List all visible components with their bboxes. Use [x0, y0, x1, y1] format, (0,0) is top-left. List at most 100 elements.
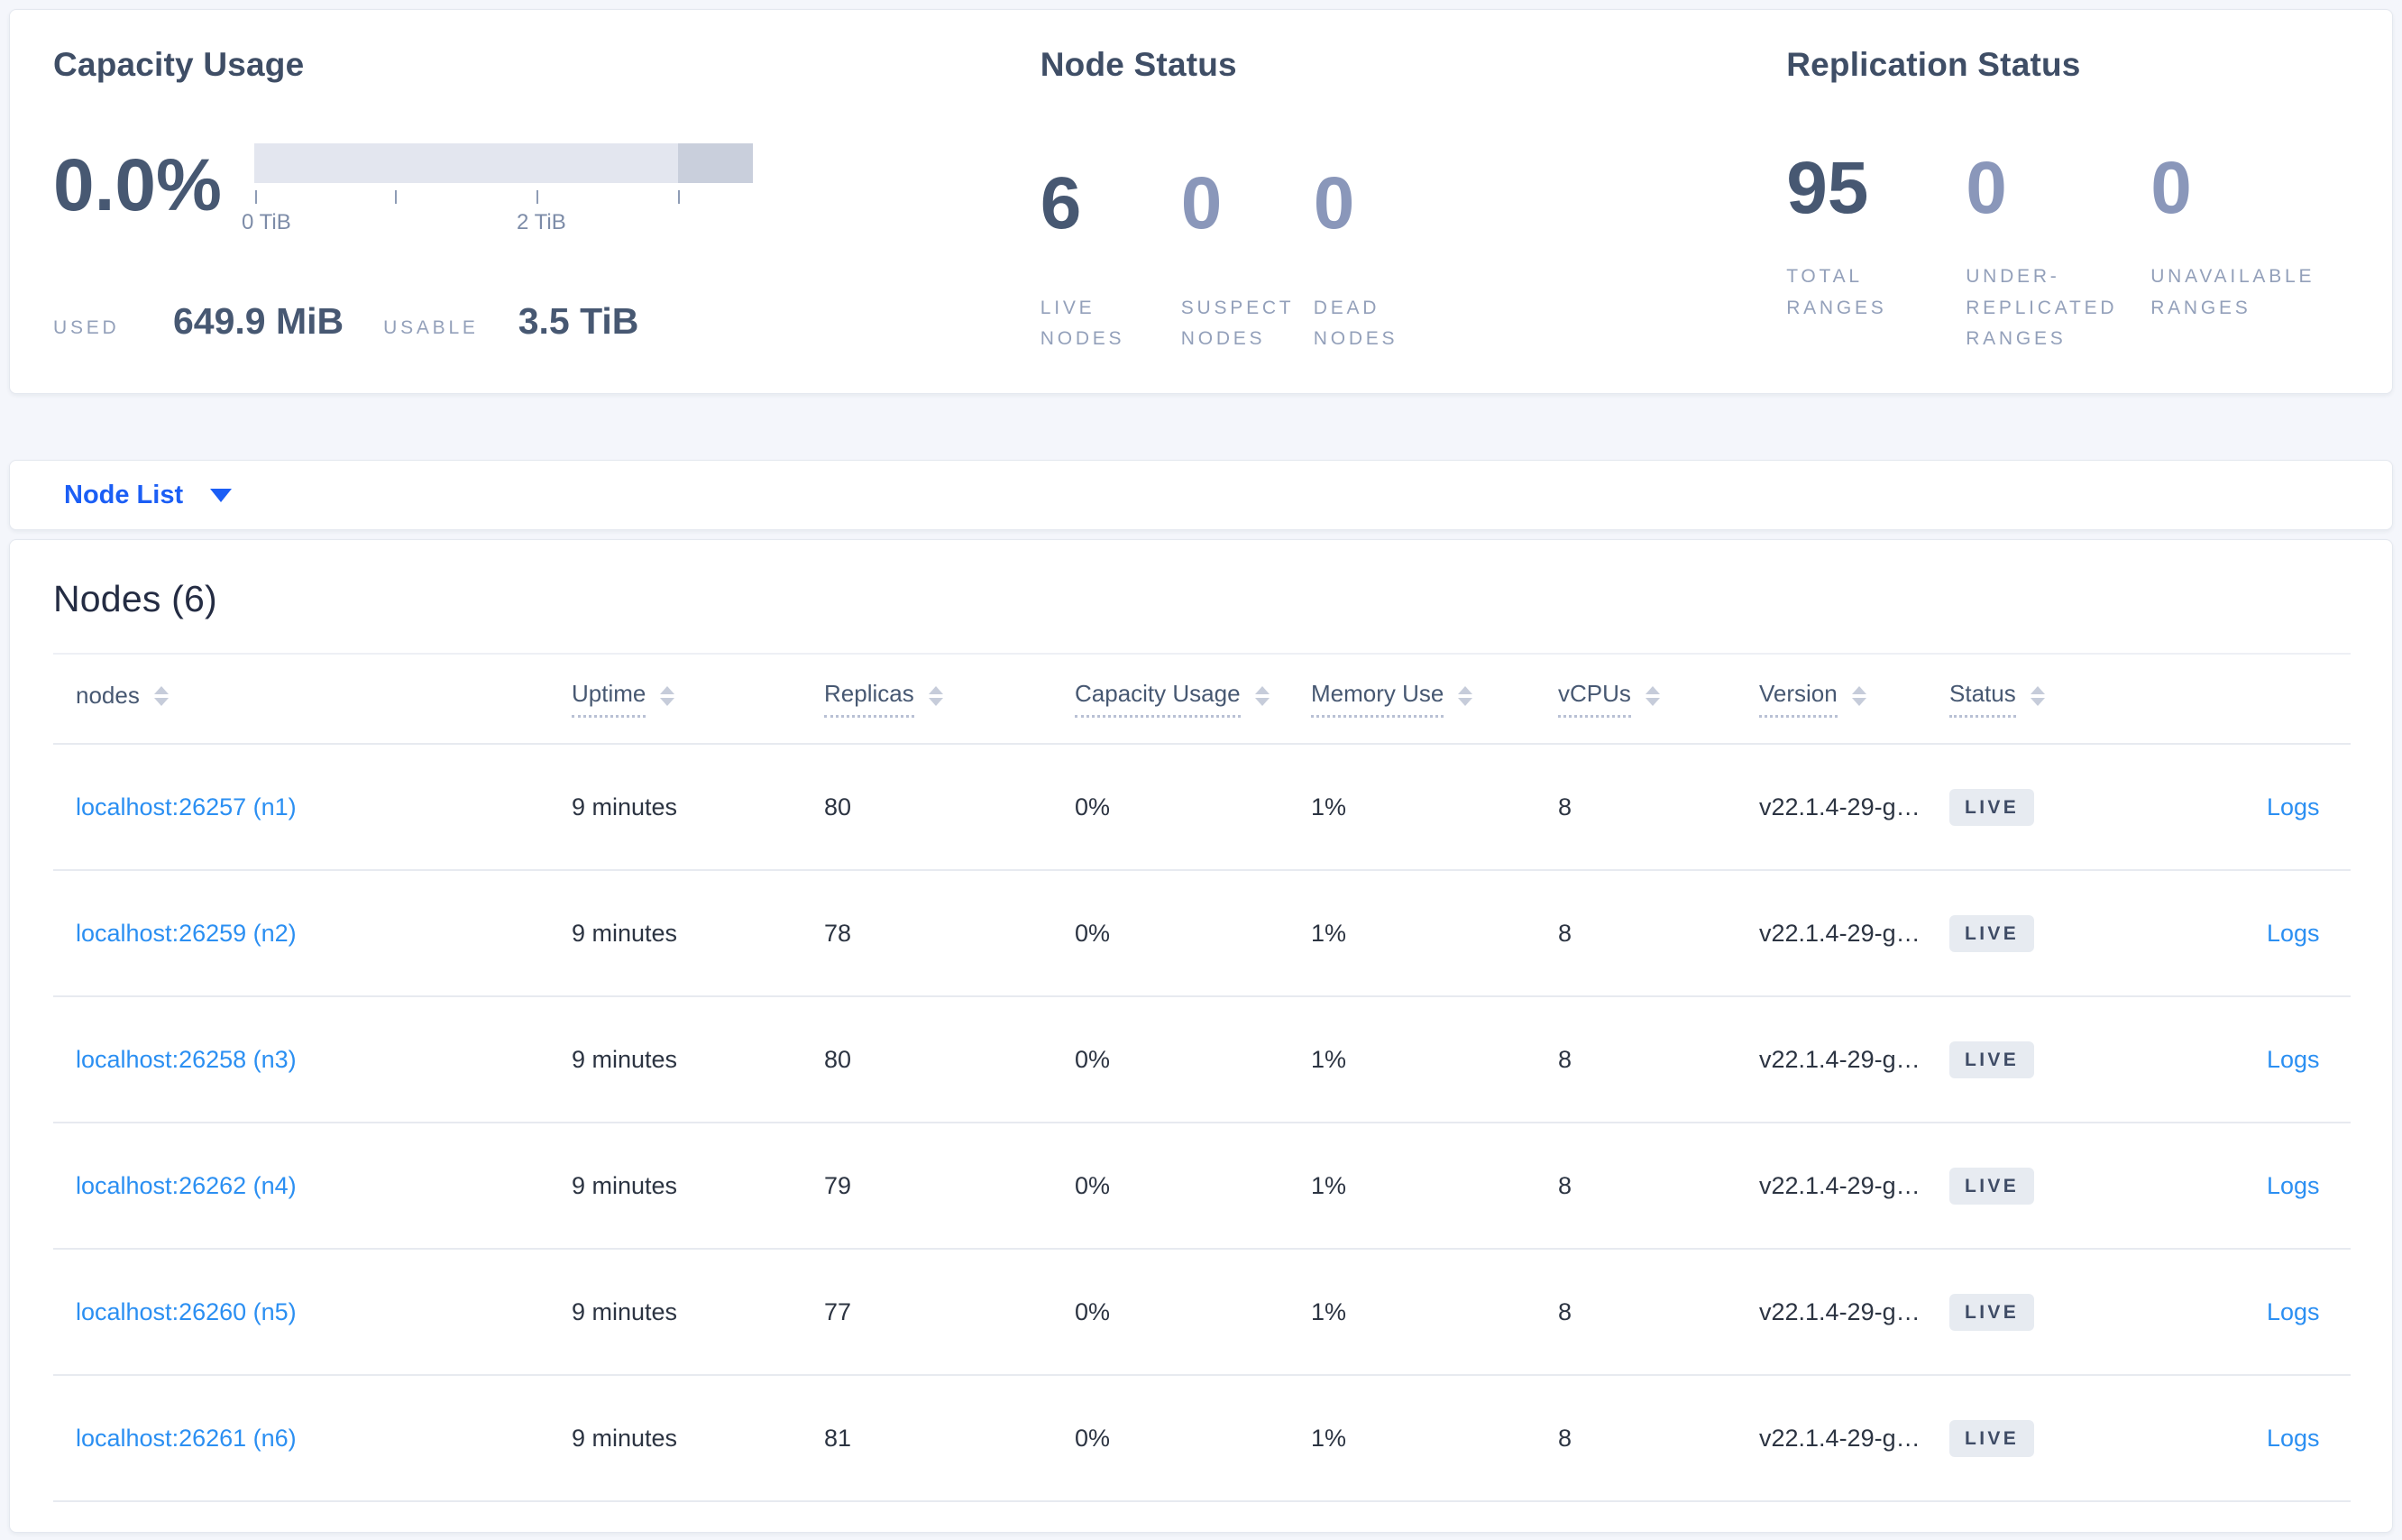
- column-header-nodes[interactable]: nodes: [53, 654, 549, 744]
- axis-tick-label-2: 2 TiB: [517, 210, 566, 234]
- column-header-capacity-usage[interactable]: Capacity Usage: [1052, 654, 1288, 744]
- logs-link[interactable]: Logs: [2267, 1298, 2320, 1325]
- usable-label: USABLE: [383, 317, 479, 338]
- version-cell: v22.1.4-29-g…: [1759, 1297, 1921, 1325]
- sort-icon[interactable]: [1645, 686, 1660, 706]
- status-badge: LIVE: [1949, 1419, 2035, 1457]
- node-link[interactable]: localhost:26260 (n5): [76, 1298, 297, 1325]
- capacity-usage-title: Capacity Usage: [53, 46, 305, 83]
- memory-cell: 1%: [1311, 1424, 1347, 1452]
- node-link[interactable]: localhost:26262 (n4): [76, 1172, 297, 1199]
- column-header-logs: [2244, 654, 2351, 744]
- suspect-nodes-count: 0: [1180, 161, 1223, 244]
- status-badge: LIVE: [1949, 1167, 2035, 1205]
- column-header-label[interactable]: vCPUs: [1558, 680, 1631, 718]
- dead-nodes-count: 0: [1313, 161, 1355, 244]
- memory-cell: 1%: [1311, 1045, 1347, 1073]
- column-header-version[interactable]: Version: [1737, 654, 1927, 744]
- capacity-bar-track: [253, 143, 753, 183]
- column-header-replicas[interactable]: Replicas: [802, 654, 1052, 744]
- uptime-cell: 9 minutes: [572, 793, 678, 820]
- uptime-cell: 9 minutes: [572, 1424, 678, 1452]
- table-row: localhost:26261 (n6) 9 minutes 81 0% 1% …: [53, 1375, 2351, 1501]
- column-header-label[interactable]: nodes: [76, 682, 140, 717]
- column-header-label[interactable]: Uptime: [572, 680, 646, 718]
- node-link[interactable]: localhost:26257 (n1): [76, 793, 297, 820]
- axis-tick: [254, 190, 257, 204]
- column-header-label[interactable]: Memory Use: [1311, 680, 1444, 718]
- sort-icon[interactable]: [660, 686, 675, 706]
- table-row: localhost:26259 (n2) 9 minutes 78 0% 1% …: [53, 870, 2351, 996]
- dead-nodes-label: DEAD NODES: [1313, 297, 1398, 350]
- unavailable-ranges-label: UNAVAILABLE RANGES: [2150, 266, 2315, 318]
- table-row: localhost:26260 (n5) 9 minutes 77 0% 1% …: [53, 1249, 2351, 1375]
- uptime-cell: 9 minutes: [572, 1171, 678, 1199]
- logs-link[interactable]: Logs: [2267, 1046, 2320, 1073]
- column-header-label[interactable]: Capacity Usage: [1075, 680, 1241, 718]
- replicas-cell: 81: [824, 1424, 852, 1452]
- table-row: localhost:26258 (n3) 9 minutes 80 0% 1% …: [53, 996, 2351, 1123]
- status-badge: LIVE: [1949, 1293, 2035, 1331]
- live-nodes-count: 6: [1040, 161, 1082, 244]
- status-badge: LIVE: [1949, 914, 2035, 952]
- replicas-cell: 77: [824, 1297, 852, 1325]
- logs-link[interactable]: Logs: [2267, 1172, 2320, 1199]
- capacity-used-percent: 0.0%: [53, 144, 222, 226]
- vcpus-cell: 8: [1558, 1424, 1572, 1452]
- sort-icon[interactable]: [2030, 686, 2045, 706]
- suspect-nodes-label: SUSPECT NODES: [1180, 297, 1295, 350]
- vcpus-cell: 8: [1558, 1045, 1572, 1073]
- unavailable-ranges-count: 0: [2150, 146, 2192, 229]
- replicas-cell: 79: [824, 1171, 852, 1199]
- vcpus-cell: 8: [1558, 793, 1572, 820]
- capacity-cell: 0%: [1075, 793, 1111, 820]
- nodes-table-body: localhost:26257 (n1) 9 minutes 80 0% 1% …: [53, 744, 2351, 1501]
- sort-icon[interactable]: [153, 686, 169, 706]
- axis-tick: [394, 190, 397, 204]
- cluster-summary-panel: Capacity Usage 0.0% 0 TiB 2 TiB USED 649…: [9, 9, 2393, 394]
- node-list-dropdown[interactable]: Node List: [64, 481, 233, 510]
- view-selector-bar: Node List: [9, 460, 2393, 530]
- node-status-title: Node Status: [1040, 46, 1237, 83]
- column-header-memory-use[interactable]: Memory Use: [1288, 654, 1536, 744]
- capacity-cell: 0%: [1075, 1297, 1111, 1325]
- node-link[interactable]: localhost:26259 (n2): [76, 920, 297, 947]
- column-header-label[interactable]: Status: [1949, 680, 2016, 718]
- status-badge: LIVE: [1949, 1040, 2035, 1078]
- vcpus-cell: 8: [1558, 1171, 1572, 1199]
- vcpus-cell: 8: [1558, 919, 1572, 947]
- column-header-uptime[interactable]: Uptime: [549, 654, 802, 744]
- version-cell: v22.1.4-29-g…: [1759, 1424, 1921, 1452]
- capacity-cell: 0%: [1075, 1171, 1111, 1199]
- replicas-cell: 80: [824, 1045, 852, 1073]
- node-link[interactable]: localhost:26258 (n3): [76, 1046, 297, 1073]
- nodes-table: nodes Uptime Replicas Capacity Usage Mem…: [53, 653, 2351, 1502]
- uptime-cell: 9 minutes: [572, 919, 678, 947]
- capacity-bar-reserved-segment: [677, 143, 753, 183]
- under-replicated-ranges-count: 0: [1966, 146, 2007, 229]
- version-cell: v22.1.4-29-g…: [1759, 919, 1921, 947]
- axis-tick-label-0: 0 TiB: [242, 210, 291, 234]
- version-cell: v22.1.4-29-g…: [1759, 1045, 1921, 1073]
- sort-icon[interactable]: [928, 686, 943, 706]
- logs-link[interactable]: Logs: [2267, 920, 2320, 947]
- sort-icon[interactable]: [1458, 686, 1473, 706]
- node-link[interactable]: localhost:26261 (n6): [76, 1425, 297, 1452]
- column-header-label[interactable]: Replicas: [824, 680, 914, 718]
- logs-link[interactable]: Logs: [2267, 793, 2320, 820]
- column-header-vcpus[interactable]: vCPUs: [1536, 654, 1737, 744]
- column-header-status[interactable]: Status: [1927, 654, 2244, 744]
- node-list-dropdown-label[interactable]: Node List: [64, 481, 183, 510]
- uptime-cell: 9 minutes: [572, 1297, 678, 1325]
- axis-tick: [536, 190, 538, 204]
- nodes-table-card: Nodes (6) nodes Uptime Replicas Capacity…: [9, 539, 2393, 1533]
- sort-icon[interactable]: [1254, 686, 1270, 706]
- sort-icon[interactable]: [1851, 686, 1866, 706]
- live-nodes-label: LIVE NODES: [1040, 297, 1125, 350]
- table-row: localhost:26257 (n1) 9 minutes 80 0% 1% …: [53, 744, 2351, 870]
- total-ranges-count: 95: [1786, 146, 1869, 229]
- capacity-usage-section: Capacity Usage 0.0% 0 TiB 2 TiB USED 649…: [53, 46, 1041, 355]
- replication-status-title: Replication Status: [1786, 46, 2081, 83]
- column-header-label[interactable]: Version: [1759, 680, 1838, 718]
- logs-link[interactable]: Logs: [2267, 1425, 2320, 1452]
